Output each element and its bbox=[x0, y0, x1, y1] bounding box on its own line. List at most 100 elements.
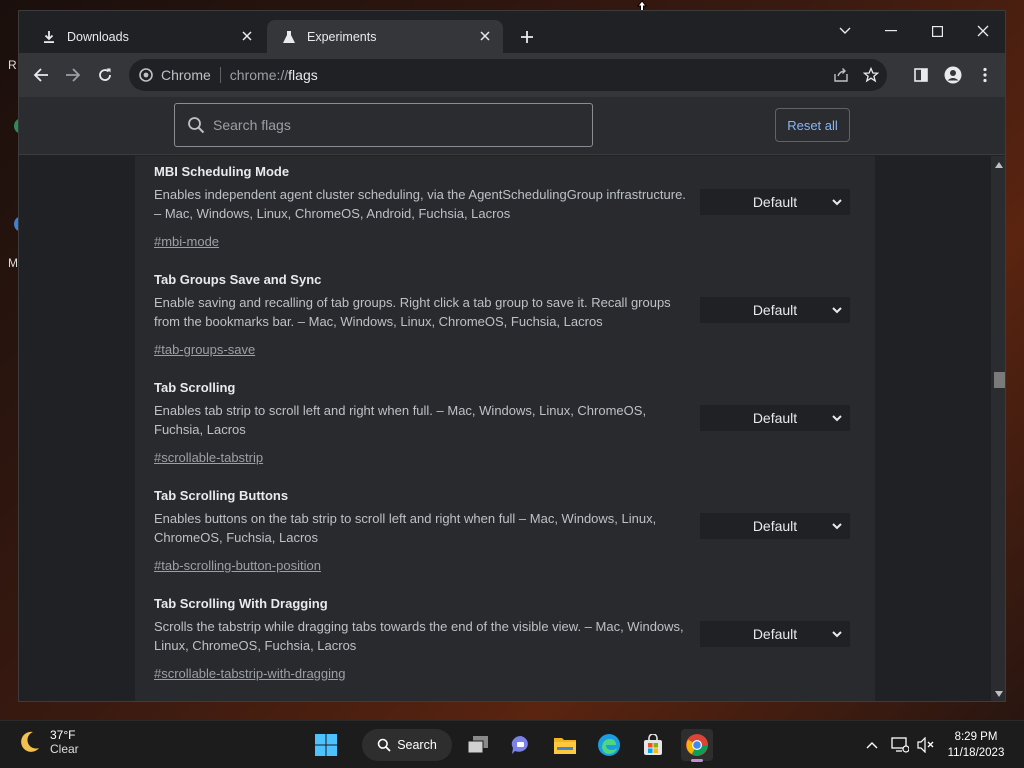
taskbar-search-label: Search bbox=[397, 738, 437, 752]
address-bar[interactable]: Chrome chrome:// flags bbox=[129, 59, 887, 91]
task-view-button[interactable] bbox=[462, 729, 494, 761]
reset-all-button[interactable]: Reset all bbox=[775, 108, 850, 142]
flag-dropdown-value: Default bbox=[752, 518, 798, 534]
flag-description: Enables tab strip to scroll left and rig… bbox=[154, 403, 647, 437]
network-icon bbox=[891, 737, 909, 753]
teams-chat-button[interactable] bbox=[505, 729, 537, 761]
flag-dropdown-value: Default bbox=[752, 194, 798, 210]
flag-dropdown[interactable]: Default bbox=[700, 513, 850, 539]
clock-date: 11/18/2023 bbox=[947, 747, 1005, 759]
taskbar: 37°F Clear Search 8:29 PM 11/18/2023 bbox=[0, 720, 1024, 768]
new-tab-button[interactable] bbox=[517, 27, 537, 47]
back-button[interactable] bbox=[29, 63, 53, 87]
search-input[interactable] bbox=[213, 117, 573, 133]
chevron-down-icon bbox=[839, 27, 851, 34]
maximize-icon bbox=[931, 25, 943, 37]
omnibox-separator bbox=[219, 67, 221, 83]
flag-dropdown[interactable]: Default bbox=[700, 189, 850, 215]
chevron-down-icon bbox=[830, 195, 844, 209]
tab-label: Experiments bbox=[307, 29, 377, 44]
flag-item: Tab Groups Save and Sync Enable saving a… bbox=[154, 272, 854, 357]
menu-button[interactable] bbox=[973, 63, 997, 87]
search-icon bbox=[377, 738, 391, 752]
flag-link[interactable]: #scrollable-tabstrip-with-dragging bbox=[154, 666, 345, 681]
active-indicator bbox=[691, 759, 703, 762]
scroll-down-arrow-icon[interactable] bbox=[994, 689, 1004, 699]
chrome-taskbar-button[interactable] bbox=[681, 729, 713, 762]
weather-widget[interactable]: 37°F Clear bbox=[16, 728, 79, 756]
folder-icon bbox=[554, 738, 576, 754]
chrome-logo-icon bbox=[139, 68, 153, 82]
side-panel-button[interactable] bbox=[909, 63, 933, 87]
desktop-label-fragment: R bbox=[8, 58, 17, 72]
flag-dropdown[interactable]: Default bbox=[700, 297, 850, 323]
edge-logo-icon bbox=[598, 734, 620, 756]
maximize-button[interactable] bbox=[923, 17, 951, 45]
search-box[interactable] bbox=[174, 103, 593, 147]
network-button[interactable] bbox=[890, 735, 910, 755]
store-icon bbox=[644, 734, 662, 755]
forward-button[interactable] bbox=[61, 63, 85, 87]
site-chip[interactable]: Chrome bbox=[129, 67, 211, 83]
browser-toolbar: Chrome chrome:// flags bbox=[19, 53, 1005, 97]
volume-button[interactable] bbox=[916, 735, 936, 755]
flags-list: MBI Scheduling Mode Enables independent … bbox=[135, 156, 875, 701]
reload-button[interactable] bbox=[93, 63, 117, 87]
tab-search-button[interactable] bbox=[831, 17, 859, 45]
close-tab-icon[interactable] bbox=[239, 28, 255, 44]
more-vertical-icon bbox=[983, 67, 987, 83]
flag-link[interactable]: #mbi-mode bbox=[154, 234, 219, 249]
desktop-label-fragment: M bbox=[8, 256, 18, 270]
flag-name: Tab Groups Save and Sync bbox=[154, 272, 322, 287]
chevron-down-icon bbox=[830, 411, 844, 425]
moon-icon bbox=[21, 731, 39, 752]
edge-button[interactable] bbox=[593, 729, 625, 761]
flag-link[interactable]: #tab-scrolling-button-position bbox=[154, 558, 321, 573]
tab-strip: Downloads Experiments bbox=[19, 11, 1005, 53]
flag-dropdown[interactable]: Default bbox=[700, 405, 850, 431]
flags-content: MBI Scheduling Mode Enables independent … bbox=[19, 156, 991, 701]
profile-button[interactable] bbox=[941, 63, 965, 87]
avatar-icon bbox=[944, 66, 962, 84]
windows-logo-icon bbox=[315, 734, 337, 756]
flag-name: Tab Scrolling With Dragging bbox=[154, 596, 328, 611]
flag-dropdown[interactable]: Default bbox=[700, 621, 850, 647]
url-scheme: chrome:// bbox=[229, 67, 289, 83]
taskbar-search-button[interactable]: Search bbox=[362, 729, 452, 761]
minimize-button[interactable] bbox=[877, 17, 905, 45]
volume-muted-icon bbox=[917, 737, 934, 753]
reload-icon bbox=[99, 68, 111, 81]
flag-link[interactable]: #scrollable-tabstrip bbox=[154, 450, 263, 465]
minimize-icon bbox=[885, 30, 897, 32]
chat-icon bbox=[511, 735, 528, 754]
show-hidden-icons-button[interactable] bbox=[862, 735, 882, 755]
flag-dropdown-value: Default bbox=[752, 626, 798, 642]
flag-link[interactable]: #tab-groups-save bbox=[154, 342, 255, 357]
tab-downloads[interactable]: Downloads bbox=[27, 20, 265, 53]
bookmark-button[interactable] bbox=[859, 63, 883, 87]
flag-name: Tab Scrolling bbox=[154, 380, 236, 395]
search-icon bbox=[188, 117, 205, 134]
scroll-up-arrow-icon[interactable] bbox=[994, 160, 1004, 170]
arrow-right-icon bbox=[66, 68, 81, 82]
chevron-down-icon bbox=[830, 627, 844, 641]
arrow-left-icon bbox=[33, 68, 48, 82]
chevron-up-icon bbox=[866, 742, 878, 749]
download-icon bbox=[41, 29, 57, 45]
flag-item: Tab Scrolling With Dragging Scrolls the … bbox=[154, 596, 854, 681]
system-clock[interactable]: 8:29 PM 11/18/2023 bbox=[940, 729, 1012, 761]
page-scrollbar[interactable] bbox=[991, 156, 1005, 701]
star-icon bbox=[863, 67, 879, 83]
close-tab-icon[interactable] bbox=[477, 28, 493, 44]
close-window-button[interactable] bbox=[969, 17, 997, 45]
flag-name: MBI Scheduling Mode bbox=[154, 164, 290, 179]
flag-item: MBI Scheduling Mode Enables independent … bbox=[154, 164, 854, 249]
store-button[interactable] bbox=[637, 729, 669, 761]
chrome-logo-icon bbox=[686, 734, 708, 756]
scrollbar-thumb[interactable] bbox=[994, 372, 1005, 388]
url-path: flags bbox=[288, 67, 318, 83]
tab-experiments[interactable]: Experiments bbox=[267, 20, 503, 53]
start-button[interactable] bbox=[310, 729, 342, 761]
file-explorer-button[interactable] bbox=[549, 729, 581, 761]
share-button[interactable] bbox=[829, 63, 853, 87]
